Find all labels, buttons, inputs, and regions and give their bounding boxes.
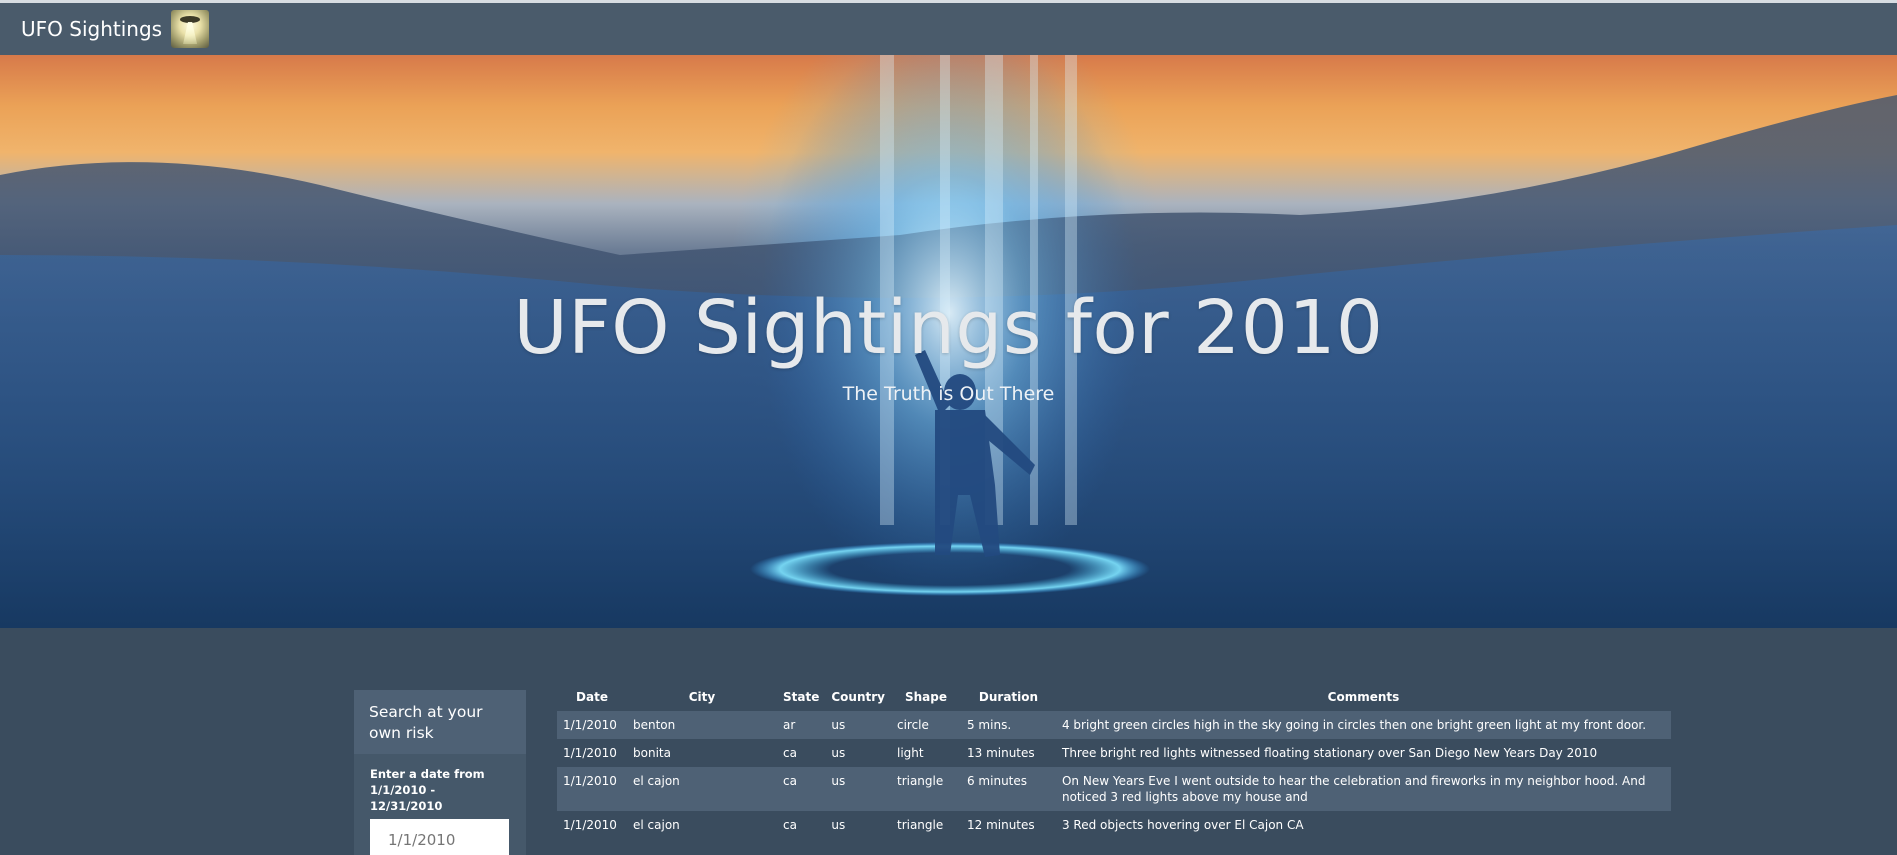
- column-header-shape: Shape: [904, 690, 947, 704]
- table-body: 1/1/2010 benton ar us circle 5 mins. 4 b…: [557, 711, 1671, 839]
- cell-comments: On New Years Eve I went outside to hear …: [1061, 774, 1646, 804]
- cell-city: benton: [633, 718, 676, 732]
- search-body: Enter a date from 1/1/2010 - 12/31/2010: [354, 754, 526, 855]
- cell-country: us: [831, 718, 846, 732]
- date-input[interactable]: [370, 819, 509, 855]
- cell-country: us: [831, 746, 846, 760]
- cell-comments: 3 Red objects hovering over El Cajon CA: [1061, 818, 1304, 832]
- cell-shape: light: [896, 746, 924, 760]
- search-panel: Search at your own risk Enter a date fro…: [354, 690, 526, 855]
- brand-link[interactable]: UFO Sightings: [21, 10, 210, 48]
- header-row: Date City State Country Shape Duration C…: [557, 683, 1671, 711]
- cell-date: 1/1/2010: [563, 718, 617, 732]
- navbar: UFO Sightings: [0, 3, 1897, 55]
- sightings-table: Date City State Country Shape Duration C…: [557, 683, 1671, 839]
- hero-subtitle: The Truth is Out There: [842, 383, 1055, 405]
- cell-shape: triangle: [896, 774, 944, 788]
- cell-date: 1/1/2010: [563, 746, 617, 760]
- cell-comments: Three bright red lights witnessed floati…: [1061, 746, 1598, 760]
- cell-city: el cajon: [633, 774, 680, 788]
- cell-date: 1/1/2010: [563, 818, 617, 832]
- cell-city: bonita: [633, 746, 671, 760]
- cell-date: 1/1/2010: [563, 774, 617, 788]
- cell-shape: circle: [896, 718, 929, 732]
- cell-country: us: [831, 774, 846, 788]
- date-label: Enter a date from 1/1/2010 - 12/31/2010: [370, 767, 485, 813]
- column-header-comments: Comments: [1327, 690, 1400, 704]
- cell-duration: 13 minutes: [966, 746, 1035, 760]
- table-row: 1/1/2010 bonita ca us light 13 minutes T…: [557, 739, 1671, 767]
- table-row: 1/1/2010 el cajon ca us triangle 6 minut…: [557, 767, 1671, 811]
- column-header-city: City: [688, 690, 716, 704]
- cell-country: us: [831, 818, 846, 832]
- column-header-country: Country: [831, 690, 885, 704]
- cell-state: ca: [783, 818, 797, 832]
- brand-title: UFO Sightings: [21, 17, 163, 41]
- table-row: 1/1/2010 el cajon ca us triangle 12 minu…: [557, 811, 1671, 839]
- cell-duration: 6 minutes: [966, 774, 1028, 788]
- table-header: Date City State Country Shape Duration C…: [557, 683, 1671, 711]
- cell-state: ar: [783, 718, 796, 732]
- search-heading: Search at your own risk: [354, 690, 526, 754]
- column-header-state: State: [783, 690, 820, 704]
- cell-state: ca: [783, 746, 797, 760]
- cell-duration: 12 minutes: [966, 818, 1035, 832]
- cell-comments: 4 bright green circles high in the sky g…: [1061, 718, 1647, 732]
- cell-city: el cajon: [633, 818, 680, 832]
- cell-duration: 5 mins.: [966, 718, 1012, 732]
- hero-title: UFO Sightings for 2010: [513, 285, 1384, 371]
- hero-banner: UFO Sightings for 2010 The Truth is Out …: [0, 55, 1897, 628]
- column-header-date: Date: [576, 690, 608, 704]
- cell-shape: triangle: [896, 818, 944, 832]
- table-row: 1/1/2010 benton ar us circle 5 mins. 4 b…: [557, 711, 1671, 739]
- ufo-beam-icon: [171, 10, 210, 48]
- column-header-duration: Duration: [978, 690, 1039, 704]
- cell-state: ca: [783, 774, 797, 788]
